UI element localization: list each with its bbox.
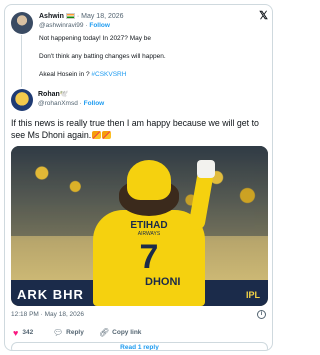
board-logo: IPL — [245, 290, 260, 300]
parent-text-line-1: Not happening today! In 2027? May be — [39, 35, 152, 42]
player-helmet — [127, 160, 171, 200]
jersey-sponsor: ETIHAD — [130, 220, 168, 231]
x-logo-icon[interactable]: 𝕏 — [259, 11, 268, 22]
parent-handle[interactable]: @ashwinravi99 — [39, 22, 84, 29]
reply-bubble-icon: 💬︎ — [53, 328, 64, 337]
player-figure: ETIHAD AIRWAYS 7 DHONI — [89, 160, 215, 306]
tweet-text: If this news is really true then I am ha… — [11, 118, 259, 140]
thread-connector-line — [21, 35, 22, 87]
india-flag-icon — [65, 12, 75, 19]
jersey-number: 7 — [139, 238, 159, 276]
author-name[interactable]: Rohan🕊️ — [38, 90, 69, 99]
like-button[interactable]: ♥ 342 — [13, 328, 33, 338]
hashtag-link[interactable]: #CSKVSRH — [91, 71, 126, 78]
parent-text-line-3: Akeal Hosein in ? #CSKVSRH — [39, 71, 127, 78]
parent-date[interactable]: May 18, 2026 — [81, 13, 123, 20]
reply-label: Reply — [66, 329, 84, 336]
copy-link-label: Copy link — [112, 329, 142, 336]
jersey-name: DHONI — [145, 276, 181, 288]
like-count: 342 — [22, 329, 34, 336]
author-avatar[interactable] — [11, 89, 33, 111]
copy-link-button[interactable]: 🔗︎ Copy link — [99, 328, 141, 338]
parent-author-name[interactable]: Ashwin — [39, 13, 64, 20]
parent-header: Ashwin · May 18, 2026 — [39, 12, 124, 21]
board-text: ARK BHR — [17, 287, 84, 302]
info-icon[interactable]: i — [257, 310, 266, 319]
tweet-time: 12:18 PM — [11, 311, 39, 318]
follow-button[interactable]: Follow — [84, 100, 105, 107]
author-handle-row: @rohanXmsd · Follow — [38, 100, 105, 107]
player-glove — [197, 160, 215, 178]
tweet-date: May 18, 2026 — [44, 311, 85, 318]
party-emoji-icon — [102, 130, 112, 139]
parent-avatar[interactable] — [11, 12, 33, 34]
heart-icon: ♥ — [13, 328, 19, 338]
link-icon: 🔗︎ — [99, 328, 110, 337]
header-separator: · — [76, 13, 80, 20]
read-replies-button[interactable]: Read 1 reply — [11, 342, 268, 350]
jersey-sponsor-sub: AIRWAYS — [137, 231, 161, 237]
embedded-tweet-card: Ashwin · May 18, 2026 @ashwinravi99 · Fo… — [4, 4, 273, 351]
party-emoji-icon — [92, 130, 102, 139]
parent-follow-button[interactable]: Follow — [89, 22, 110, 29]
parent-handle-row: @ashwinravi99 · Follow — [39, 22, 110, 29]
tweet-timestamp[interactable]: 12:18 PM · May 18, 2026 — [11, 311, 84, 319]
author-handle[interactable]: @rohanXmsd — [38, 100, 78, 107]
reply-button[interactable]: 💬︎ Reply — [53, 328, 84, 338]
parent-text-line-2: Don't think any batting changes will hap… — [39, 53, 166, 60]
tweet-photo[interactable]: ARK BHR IPL ETIHAD AIRWAYS 7 DHONI — [11, 146, 268, 306]
meta-separator: · — [40, 311, 43, 318]
